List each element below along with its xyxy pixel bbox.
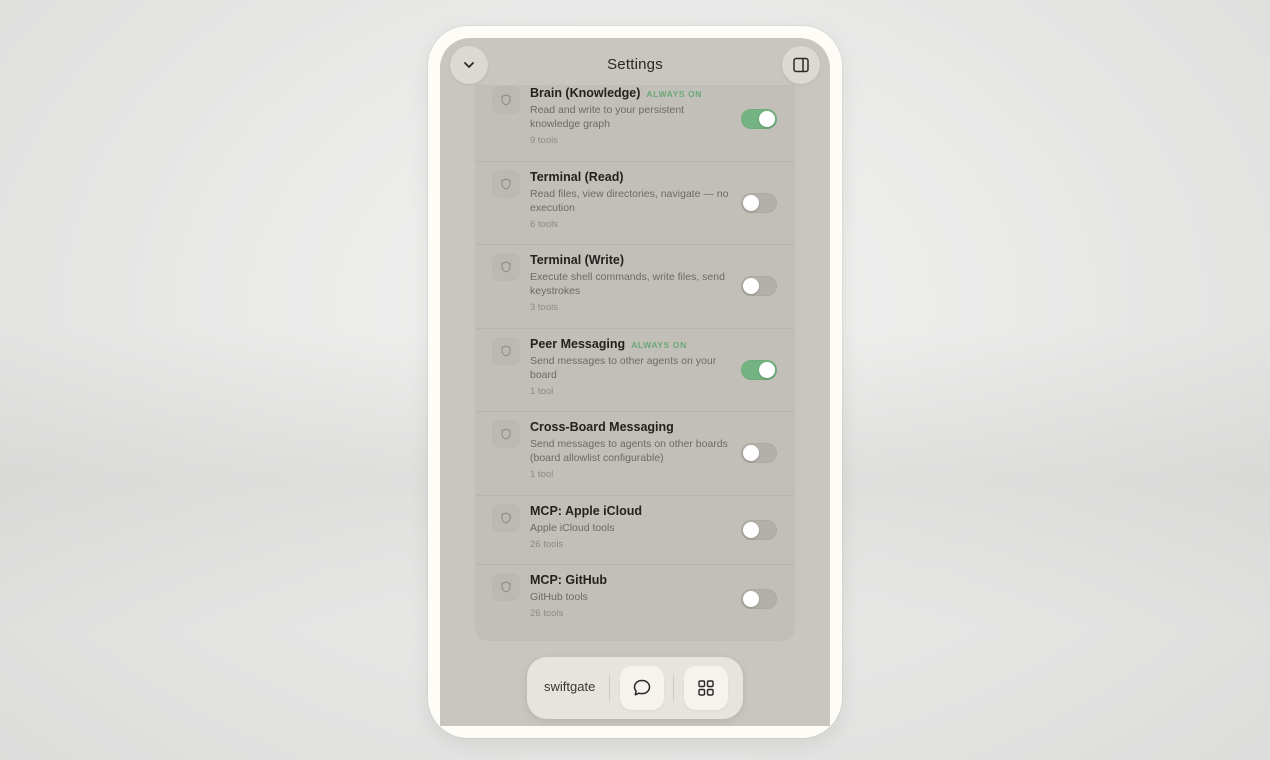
chevron-down-icon bbox=[464, 62, 474, 68]
tool-row-mcp-github: MCP: GitHub GitHub tools 26 tools bbox=[476, 565, 794, 640]
tool-description: GitHub tools bbox=[530, 591, 588, 603]
tool-toggle-mcp-github[interactable] bbox=[741, 589, 777, 609]
tool-count: 6 tools bbox=[530, 219, 558, 230]
tool-row-brain: Brain (Knowledge) ALWAYS ON Read and writ… bbox=[476, 86, 794, 162]
tool-name: Peer Messaging ALWAYS ON bbox=[530, 337, 687, 351]
always-on-badge: ALWAYS ON bbox=[646, 89, 703, 99]
tool-row-cross-board-messaging: Cross-Board Messaging Send messages to a… bbox=[476, 412, 794, 496]
shield-icon bbox=[492, 504, 520, 532]
chat-bubble-icon bbox=[633, 679, 651, 696]
tool-row-mcp-apple-icloud: MCP: Apple iCloud Apple iCloud tools 26 … bbox=[476, 496, 794, 565]
sidebar-panel-icon bbox=[793, 57, 809, 73]
grid-icon bbox=[698, 680, 714, 696]
collapse-button[interactable] bbox=[450, 46, 488, 84]
tool-name: MCP: Apple iCloud bbox=[530, 504, 643, 518]
tool-count: 1 tool bbox=[530, 386, 554, 397]
phone-frame: Settings Brain (Knowledge) ALWAYS ON Read… bbox=[428, 26, 842, 738]
tool-toggle-peer-messaging[interactable] bbox=[741, 360, 777, 380]
shield-icon bbox=[492, 253, 520, 281]
tool-description: Apple iCloud tools bbox=[530, 522, 615, 534]
tool-row-terminal-read: Terminal (Read) Read files, view directo… bbox=[476, 162, 794, 245]
app-name: swiftgate bbox=[544, 679, 596, 694]
tool-row-peer-messaging: Peer Messaging ALWAYS ON Send messages to… bbox=[476, 329, 794, 412]
settings-header: Settings bbox=[440, 38, 830, 90]
tool-count: 26 tools bbox=[530, 539, 564, 550]
chat-button[interactable] bbox=[620, 666, 664, 710]
always-on-badge: ALWAYS ON bbox=[631, 340, 687, 350]
tool-toggle-terminal-write[interactable] bbox=[741, 276, 777, 296]
tool-description: Send messages to agents on other boards … bbox=[530, 438, 728, 464]
tool-toggle-brain[interactable] bbox=[741, 109, 777, 129]
tool-count: 1 tool bbox=[530, 469, 554, 480]
page-title: Settings bbox=[607, 55, 663, 73]
tool-toggle-terminal-read[interactable] bbox=[741, 193, 777, 213]
sidebar-toggle-button[interactable] bbox=[782, 46, 820, 84]
bottom-dock: swiftgate bbox=[527, 657, 743, 719]
settings-screen: Settings Brain (Knowledge) ALWAYS ON Read… bbox=[440, 38, 830, 726]
dock-divider bbox=[609, 675, 610, 701]
tool-name: Cross-Board Messaging bbox=[530, 420, 674, 434]
tool-description: Read files, view directories, navigate —… bbox=[530, 188, 729, 214]
tool-description: Read and write to your persistent knowle… bbox=[530, 104, 685, 130]
dock-divider bbox=[673, 675, 674, 701]
tool-name: Brain (Knowledge) ALWAYS ON bbox=[530, 86, 703, 100]
apps-grid-button[interactable] bbox=[684, 666, 728, 710]
tool-count: 3 tools bbox=[530, 302, 558, 313]
shield-icon bbox=[492, 420, 520, 448]
shield-icon bbox=[492, 573, 520, 601]
tool-row-terminal-write: Terminal (Write) Execute shell commands,… bbox=[476, 245, 794, 329]
tool-count: 26 tools bbox=[530, 608, 564, 619]
tool-permissions-list: Brain (Knowledge) ALWAYS ON Read and writ… bbox=[476, 86, 794, 640]
shield-icon bbox=[492, 86, 520, 114]
tool-description: Send messages to other agents on your bo… bbox=[530, 355, 717, 381]
tool-name: Terminal (Write) bbox=[530, 253, 624, 267]
shield-icon bbox=[492, 170, 520, 198]
tool-name: MCP: GitHub bbox=[530, 573, 608, 587]
tool-count: 9 tools bbox=[530, 135, 558, 146]
tool-name: Terminal (Read) bbox=[530, 170, 624, 184]
shield-icon bbox=[492, 337, 520, 365]
tool-description: Execute shell commands, write files, sen… bbox=[530, 271, 725, 297]
tool-toggle-mcp-apple-icloud[interactable] bbox=[741, 520, 777, 540]
tool-toggle-cross-board-messaging[interactable] bbox=[741, 443, 777, 463]
